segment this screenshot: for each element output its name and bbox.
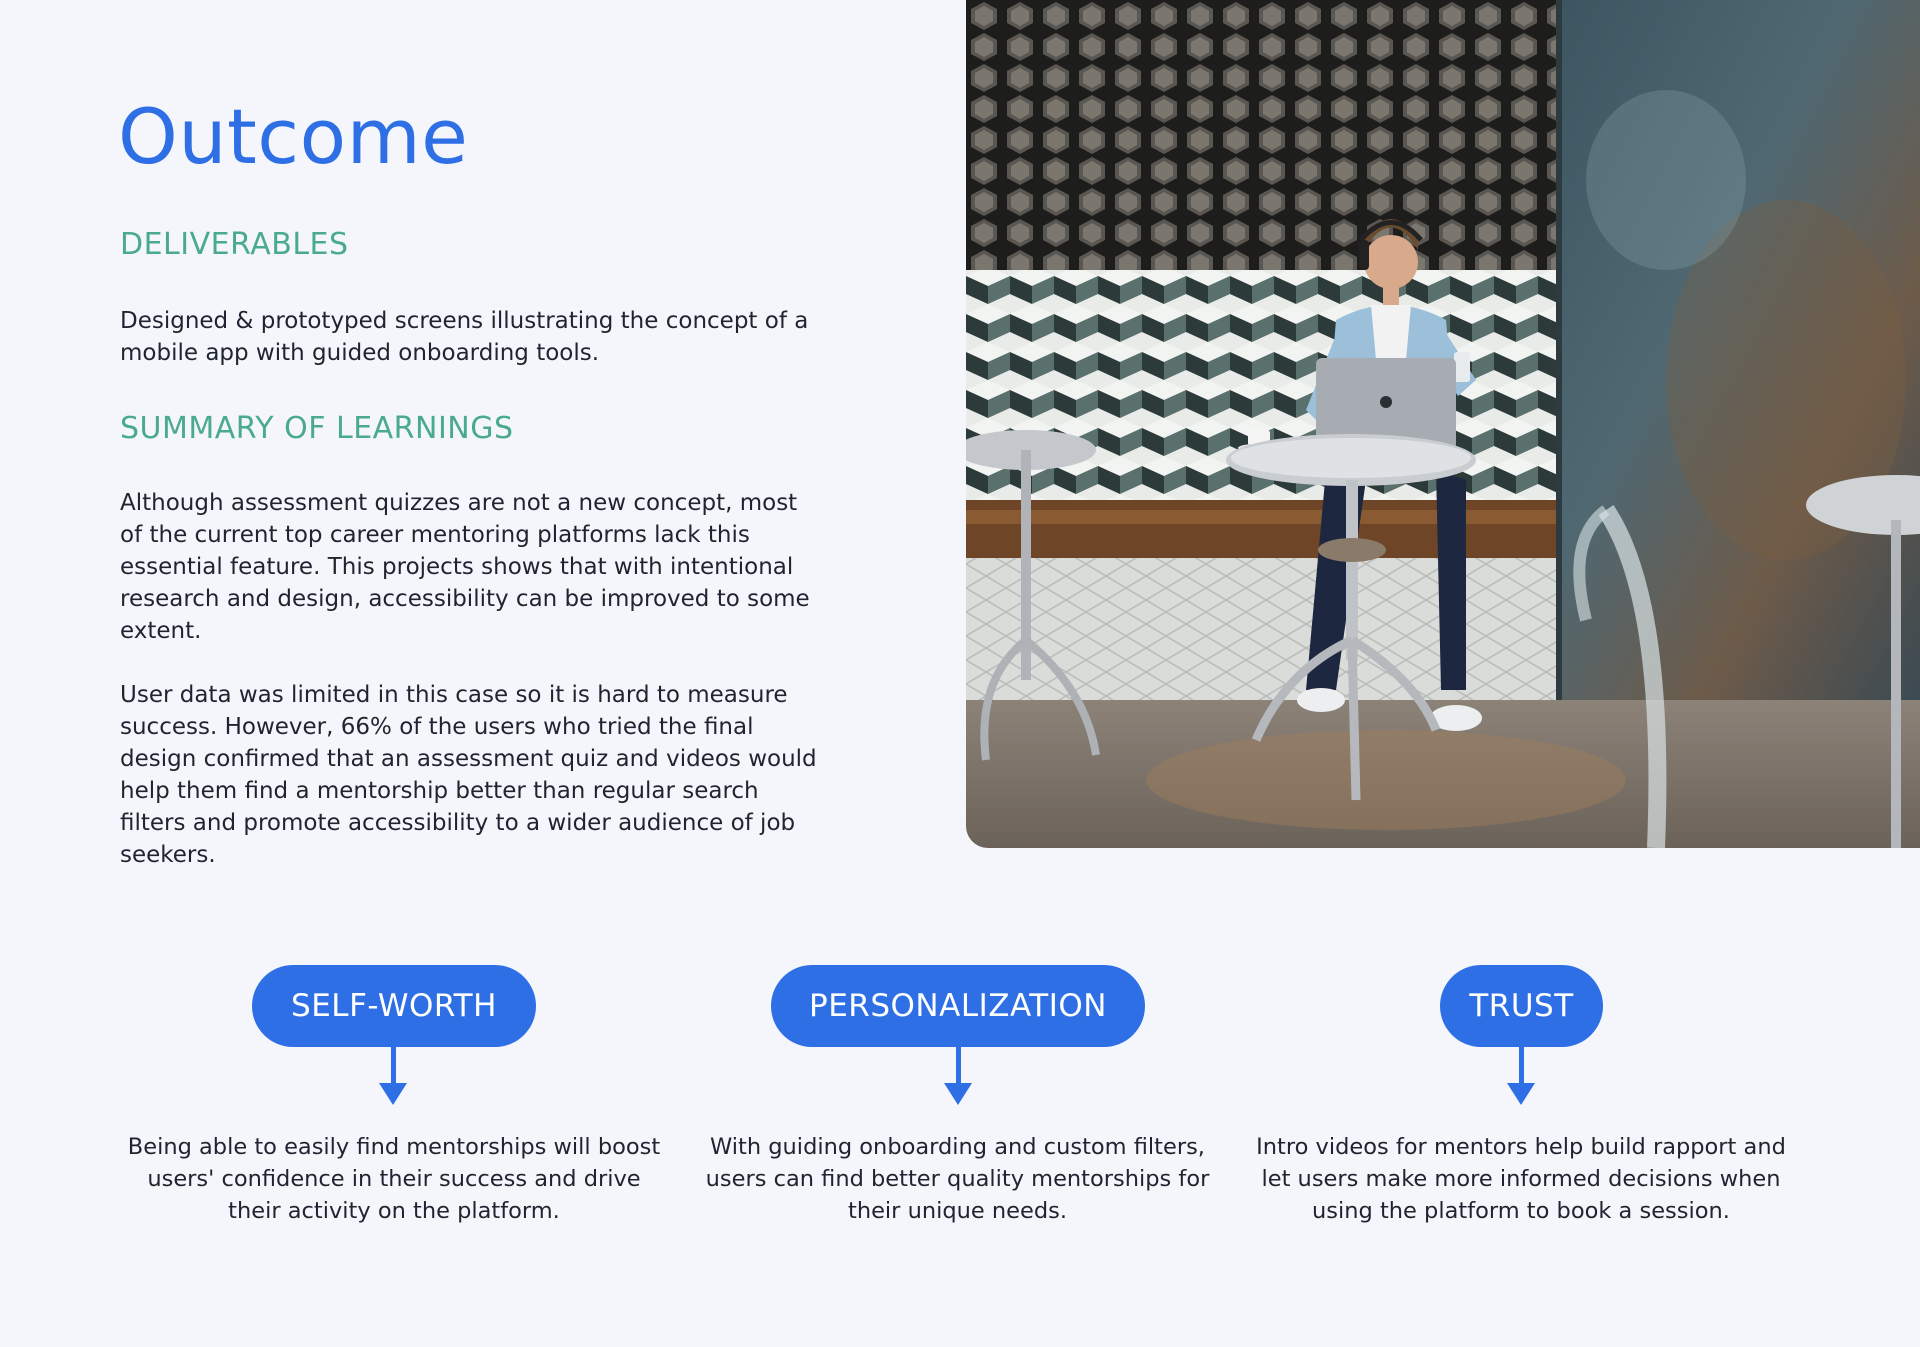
trust-badge: TRUST (1440, 965, 1603, 1047)
hero-photo (966, 0, 1920, 848)
trust-text: Intro videos for mentors help build rapp… (1256, 1134, 1786, 1224)
deliverables-heading: DELIVERABLES (120, 227, 349, 262)
arrow-down-icon (391, 1047, 396, 1087)
arrow-head-icon (1507, 1083, 1535, 1105)
photo-illustration (966, 0, 1920, 848)
arrow-down-icon (1519, 1047, 1524, 1087)
arrow-down-icon (956, 1047, 961, 1087)
page-title: Outcome (118, 92, 469, 181)
arrow-head-icon (944, 1083, 972, 1105)
learnings-paragraph-2: User data was limited in this case so it… (120, 682, 817, 868)
learnings-paragraph-1: Although assessment quizzes are not a ne… (120, 490, 810, 644)
deliverables-text: Designed & prototyped screens illustrati… (120, 308, 809, 366)
arrow-head-icon (379, 1083, 407, 1105)
personalization-badge: PERSONALIZATION (771, 965, 1145, 1047)
personalization-text: With guiding onboarding and custom filte… (705, 1134, 1210, 1224)
learnings-heading: SUMMARY OF LEARNINGS (120, 411, 514, 446)
self-worth-text: Being able to easily find mentorships wi… (127, 1134, 661, 1224)
self-worth-badge: SELF-WORTH (252, 965, 536, 1047)
